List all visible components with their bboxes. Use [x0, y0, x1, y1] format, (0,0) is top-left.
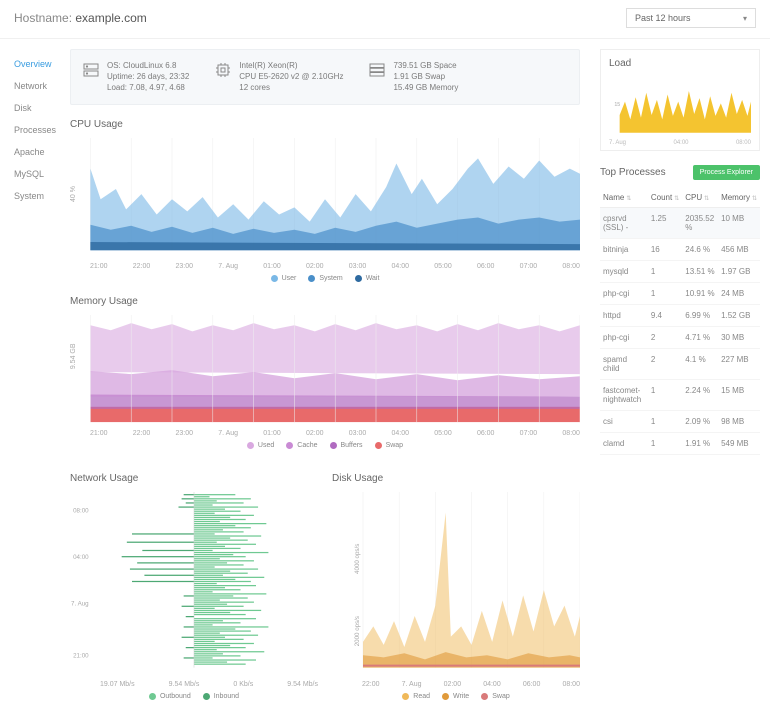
svg-text:2000 ops/s: 2000 ops/s — [354, 616, 361, 646]
storage-icon — [369, 62, 385, 78]
col-cpu[interactable]: CPU⇅ — [682, 188, 718, 208]
load-chart: 15 — [609, 75, 751, 137]
table-row[interactable]: mysqld113.51 %1.97 GB — [600, 261, 760, 283]
system-info-bar: OS: CloudLinux 6.8 Uptime: 26 days, 23:3… — [70, 49, 580, 105]
cpu-usage-title: CPU Usage — [70, 119, 580, 130]
network-usage-chart: 08:0004:007. Aug21:00 19.07 Mb/s9.54 Mb/… — [70, 492, 318, 700]
server-icon — [83, 62, 99, 78]
svg-text:08:00: 08:00 — [73, 508, 89, 515]
disk-usage-title: Disk Usage — [332, 473, 580, 484]
sidebar-item-mysql[interactable]: MySQL — [14, 163, 70, 185]
cpu-icon — [215, 62, 231, 78]
memory-usage-title: Memory Usage — [70, 296, 580, 307]
table-row[interactable]: cpsrvd (SSL) -1.252035.52 %10 MB — [600, 208, 760, 239]
table-row[interactable]: clamd11.91 %549 MB — [600, 433, 760, 455]
table-row[interactable]: httpd9.46.99 %1.52 GB — [600, 305, 760, 327]
table-row[interactable]: csi12.09 %98 MB — [600, 411, 760, 433]
svg-text:04:00: 04:00 — [73, 554, 89, 561]
table-row[interactable]: fastcomet-nightwatch12.24 %15 MB — [600, 380, 760, 411]
svg-text:21:00: 21:00 — [73, 652, 89, 659]
svg-text:7. Aug: 7. Aug — [71, 601, 89, 608]
table-row[interactable]: bitninja1624.6 %456 MB — [600, 239, 760, 261]
hostname-display: Hostname: example.com — [14, 11, 147, 25]
network-usage-title: Network Usage — [70, 473, 318, 484]
sidebar-item-system[interactable]: System — [14, 185, 70, 207]
disk-usage-chart: 4000 ops/s2000 ops/s 22:007. Aug02:0004:… — [332, 492, 580, 700]
load-title: Load — [609, 58, 751, 69]
svg-text:15: 15 — [614, 102, 620, 108]
timerange-label: Past 12 hours — [635, 13, 691, 23]
sidebar-item-processes[interactable]: Processes — [14, 119, 70, 141]
timerange-dropdown[interactable]: Past 12 hours — [626, 8, 756, 28]
cpu-usage-chart: 40 % 21:0022:0023:007. Aug01:0002:0003:0… — [70, 138, 580, 282]
sidebar-item-overview[interactable]: Overview — [14, 53, 70, 75]
col-memory[interactable]: Memory⇅ — [718, 188, 760, 208]
col-count[interactable]: Count⇅ — [648, 188, 682, 208]
top-processes-table: Name⇅ Count⇅ CPU⇅ Memory⇅ cpsrvd (SSL) -… — [600, 188, 760, 455]
sidebar-item-apache[interactable]: Apache — [14, 141, 70, 163]
table-row[interactable]: php-cgi110.91 %24 MB — [600, 283, 760, 305]
memory-usage-chart: 9.54 GB 21:0022:0023:007. Aug01:0002:000… — [70, 315, 580, 449]
load-panel: Load 15 7. Aug04:0008:00 — [600, 49, 760, 151]
table-row[interactable]: php-cgi24.71 %30 MB — [600, 327, 760, 349]
process-explorer-button[interactable]: Process Explorer — [693, 165, 760, 180]
table-row[interactable]: spamd child24.1 %227 MB — [600, 349, 760, 380]
svg-text:4000 ops/s: 4000 ops/s — [354, 544, 361, 574]
sidebar-item-disk[interactable]: Disk — [14, 97, 70, 119]
sidebar-item-network[interactable]: Network — [14, 75, 70, 97]
sidebar: Overview Network Disk Processes Apache M… — [0, 39, 70, 720]
top-processes-title: Top Processes — [600, 167, 666, 178]
col-name[interactable]: Name⇅ — [600, 188, 648, 208]
